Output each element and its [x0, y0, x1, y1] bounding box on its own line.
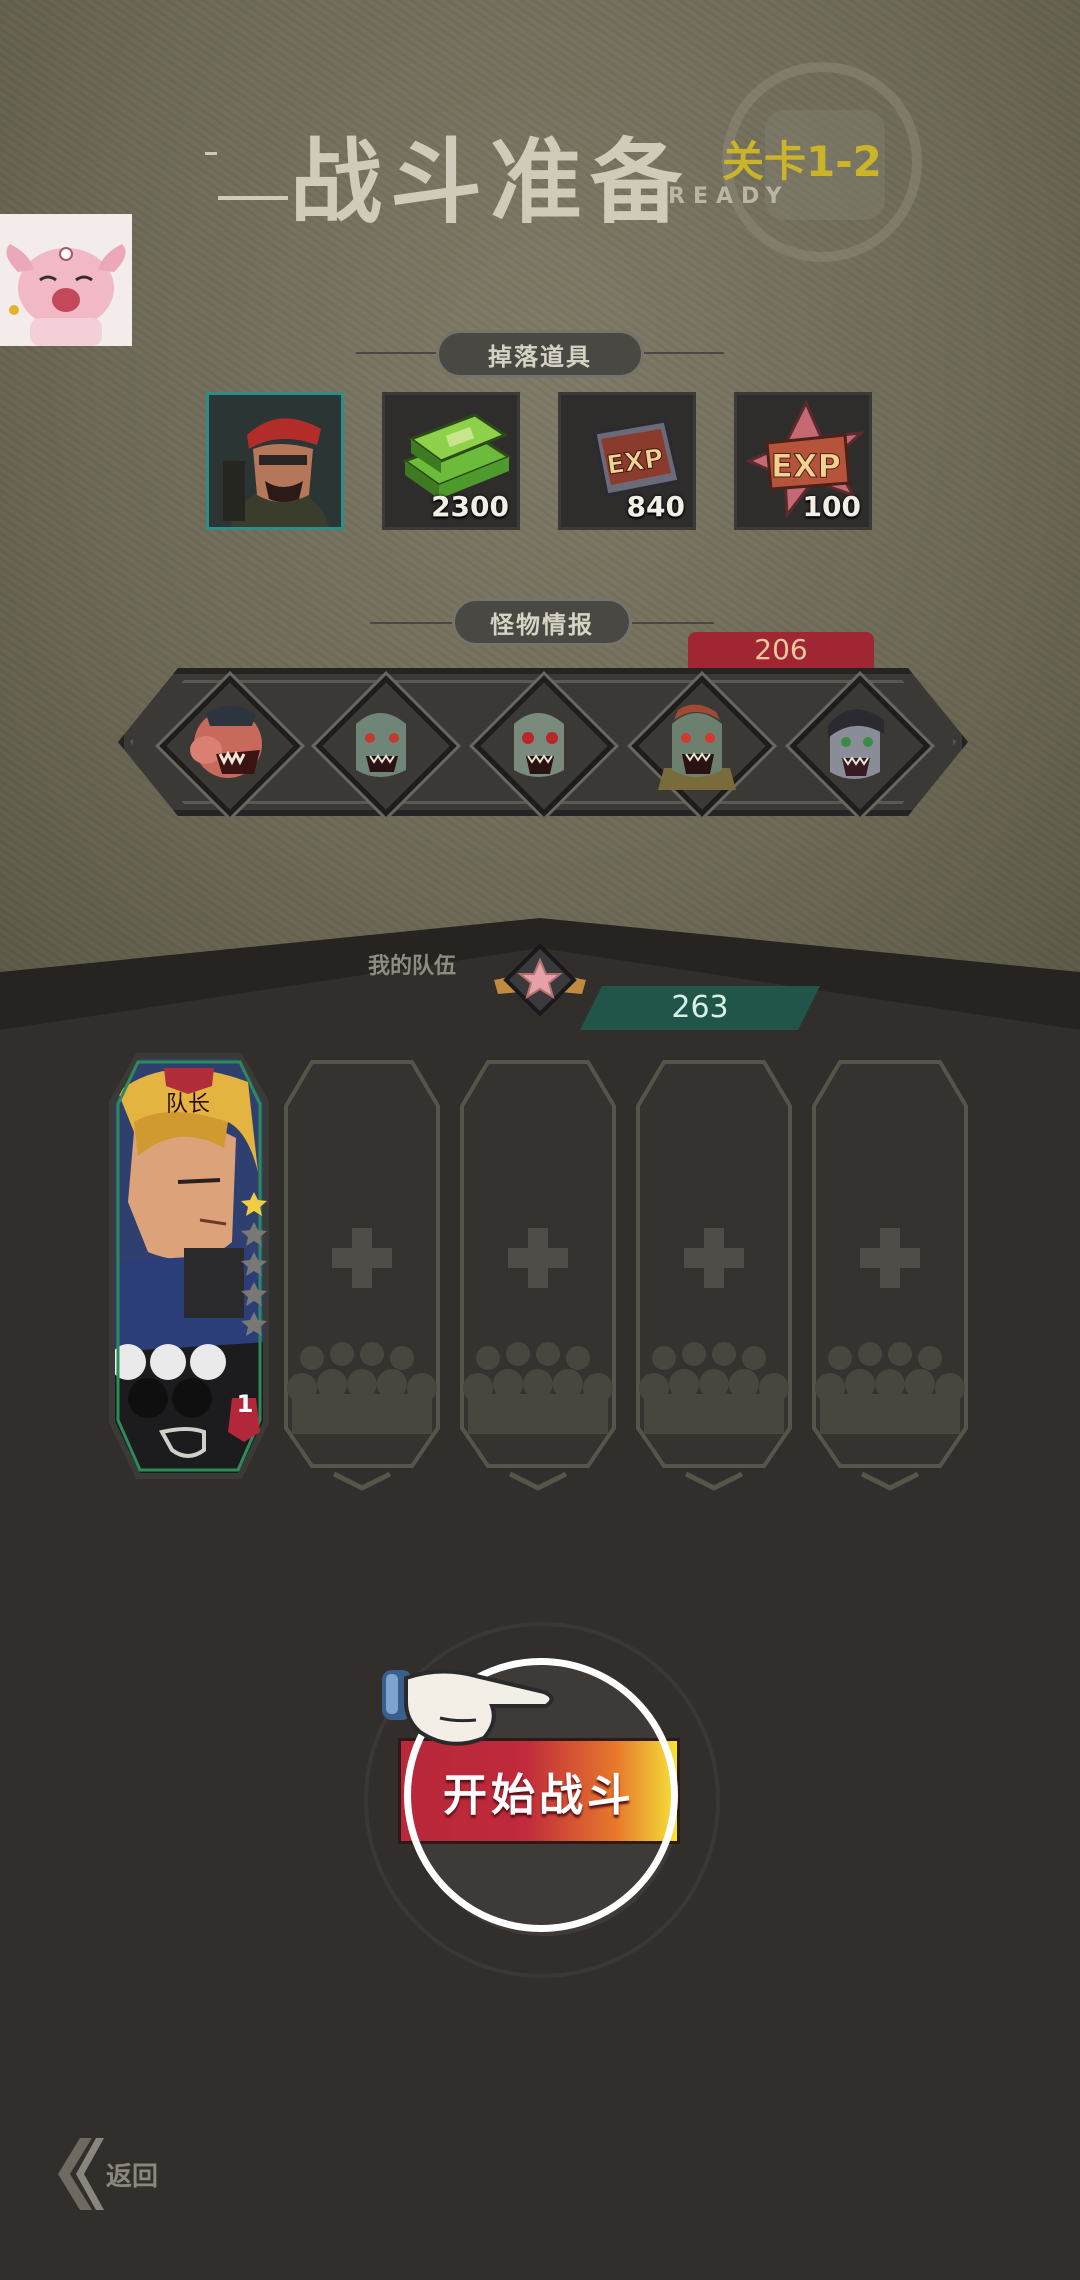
svg-text:EXP: EXP: [771, 447, 841, 485]
zombie-icon: [514, 713, 564, 777]
stage-label: 关卡1-2: [722, 137, 882, 186]
add-hero-icon: [684, 1228, 744, 1288]
ready-subtitle: READY: [668, 184, 790, 209]
floating-avatar-icon[interactable]: [0, 214, 132, 346]
monster-5[interactable]: [789, 675, 931, 817]
team-slot-empty-1[interactable]: [282, 1058, 442, 1491]
title-decoration: [205, 152, 217, 155]
drops-section-label: 掉落道具: [436, 330, 644, 378]
zombie-soldier-icon: [658, 704, 736, 790]
team-power: 263: [580, 986, 820, 1030]
pointing-hand-icon: [382, 1669, 554, 1746]
drop-item-hero[interactable]: [206, 392, 344, 530]
section-line: [630, 622, 714, 624]
page-title: 战斗准备: [290, 129, 691, 236]
add-hero-icon: [332, 1228, 392, 1288]
team-section-label: 我的队伍: [368, 954, 457, 979]
monster-1[interactable]: [159, 675, 301, 817]
monsters-section-label: 怪物情报: [452, 598, 632, 646]
drop-item-cash[interactable]: 2300: [382, 392, 520, 530]
monster-3[interactable]: [473, 675, 615, 817]
back-chevron-icon[interactable]: [52, 2134, 108, 2214]
section-line: [644, 352, 724, 354]
add-hero-icon: [508, 1228, 568, 1288]
hero-level-badge: 1: [236, 1390, 254, 1418]
monster-2[interactable]: [315, 675, 457, 817]
drop-item-exp-star[interactable]: EXP 100: [734, 392, 872, 530]
zombie-icon: [828, 709, 884, 779]
team-slot-empty-4[interactable]: [810, 1058, 970, 1491]
drop-item-qty: 100: [802, 490, 861, 523]
add-hero-icon: [860, 1228, 920, 1288]
back-button[interactable]: 返回: [106, 2156, 158, 2193]
drop-item-qty: 2300: [431, 490, 509, 523]
section-line: [370, 622, 454, 624]
zombie-pig-icon: [190, 706, 262, 778]
drop-item-qty: 840: [626, 490, 685, 523]
leader-tag: 队长: [165, 1092, 210, 1117]
drop-item-exp-book[interactable]: EXP 840: [558, 392, 696, 530]
enemy-power-tag: 206: [688, 632, 874, 668]
title-decoration: [218, 196, 288, 200]
hero-portrait-icon: [209, 395, 341, 527]
section-line: [356, 352, 436, 354]
team-slot-empty-2[interactable]: [458, 1058, 618, 1491]
zombie-icon: [356, 713, 406, 777]
rank-emblem-icon: [494, 943, 586, 1017]
monster-4[interactable]: [631, 675, 773, 817]
team-slot-empty-3[interactable]: [634, 1058, 794, 1491]
